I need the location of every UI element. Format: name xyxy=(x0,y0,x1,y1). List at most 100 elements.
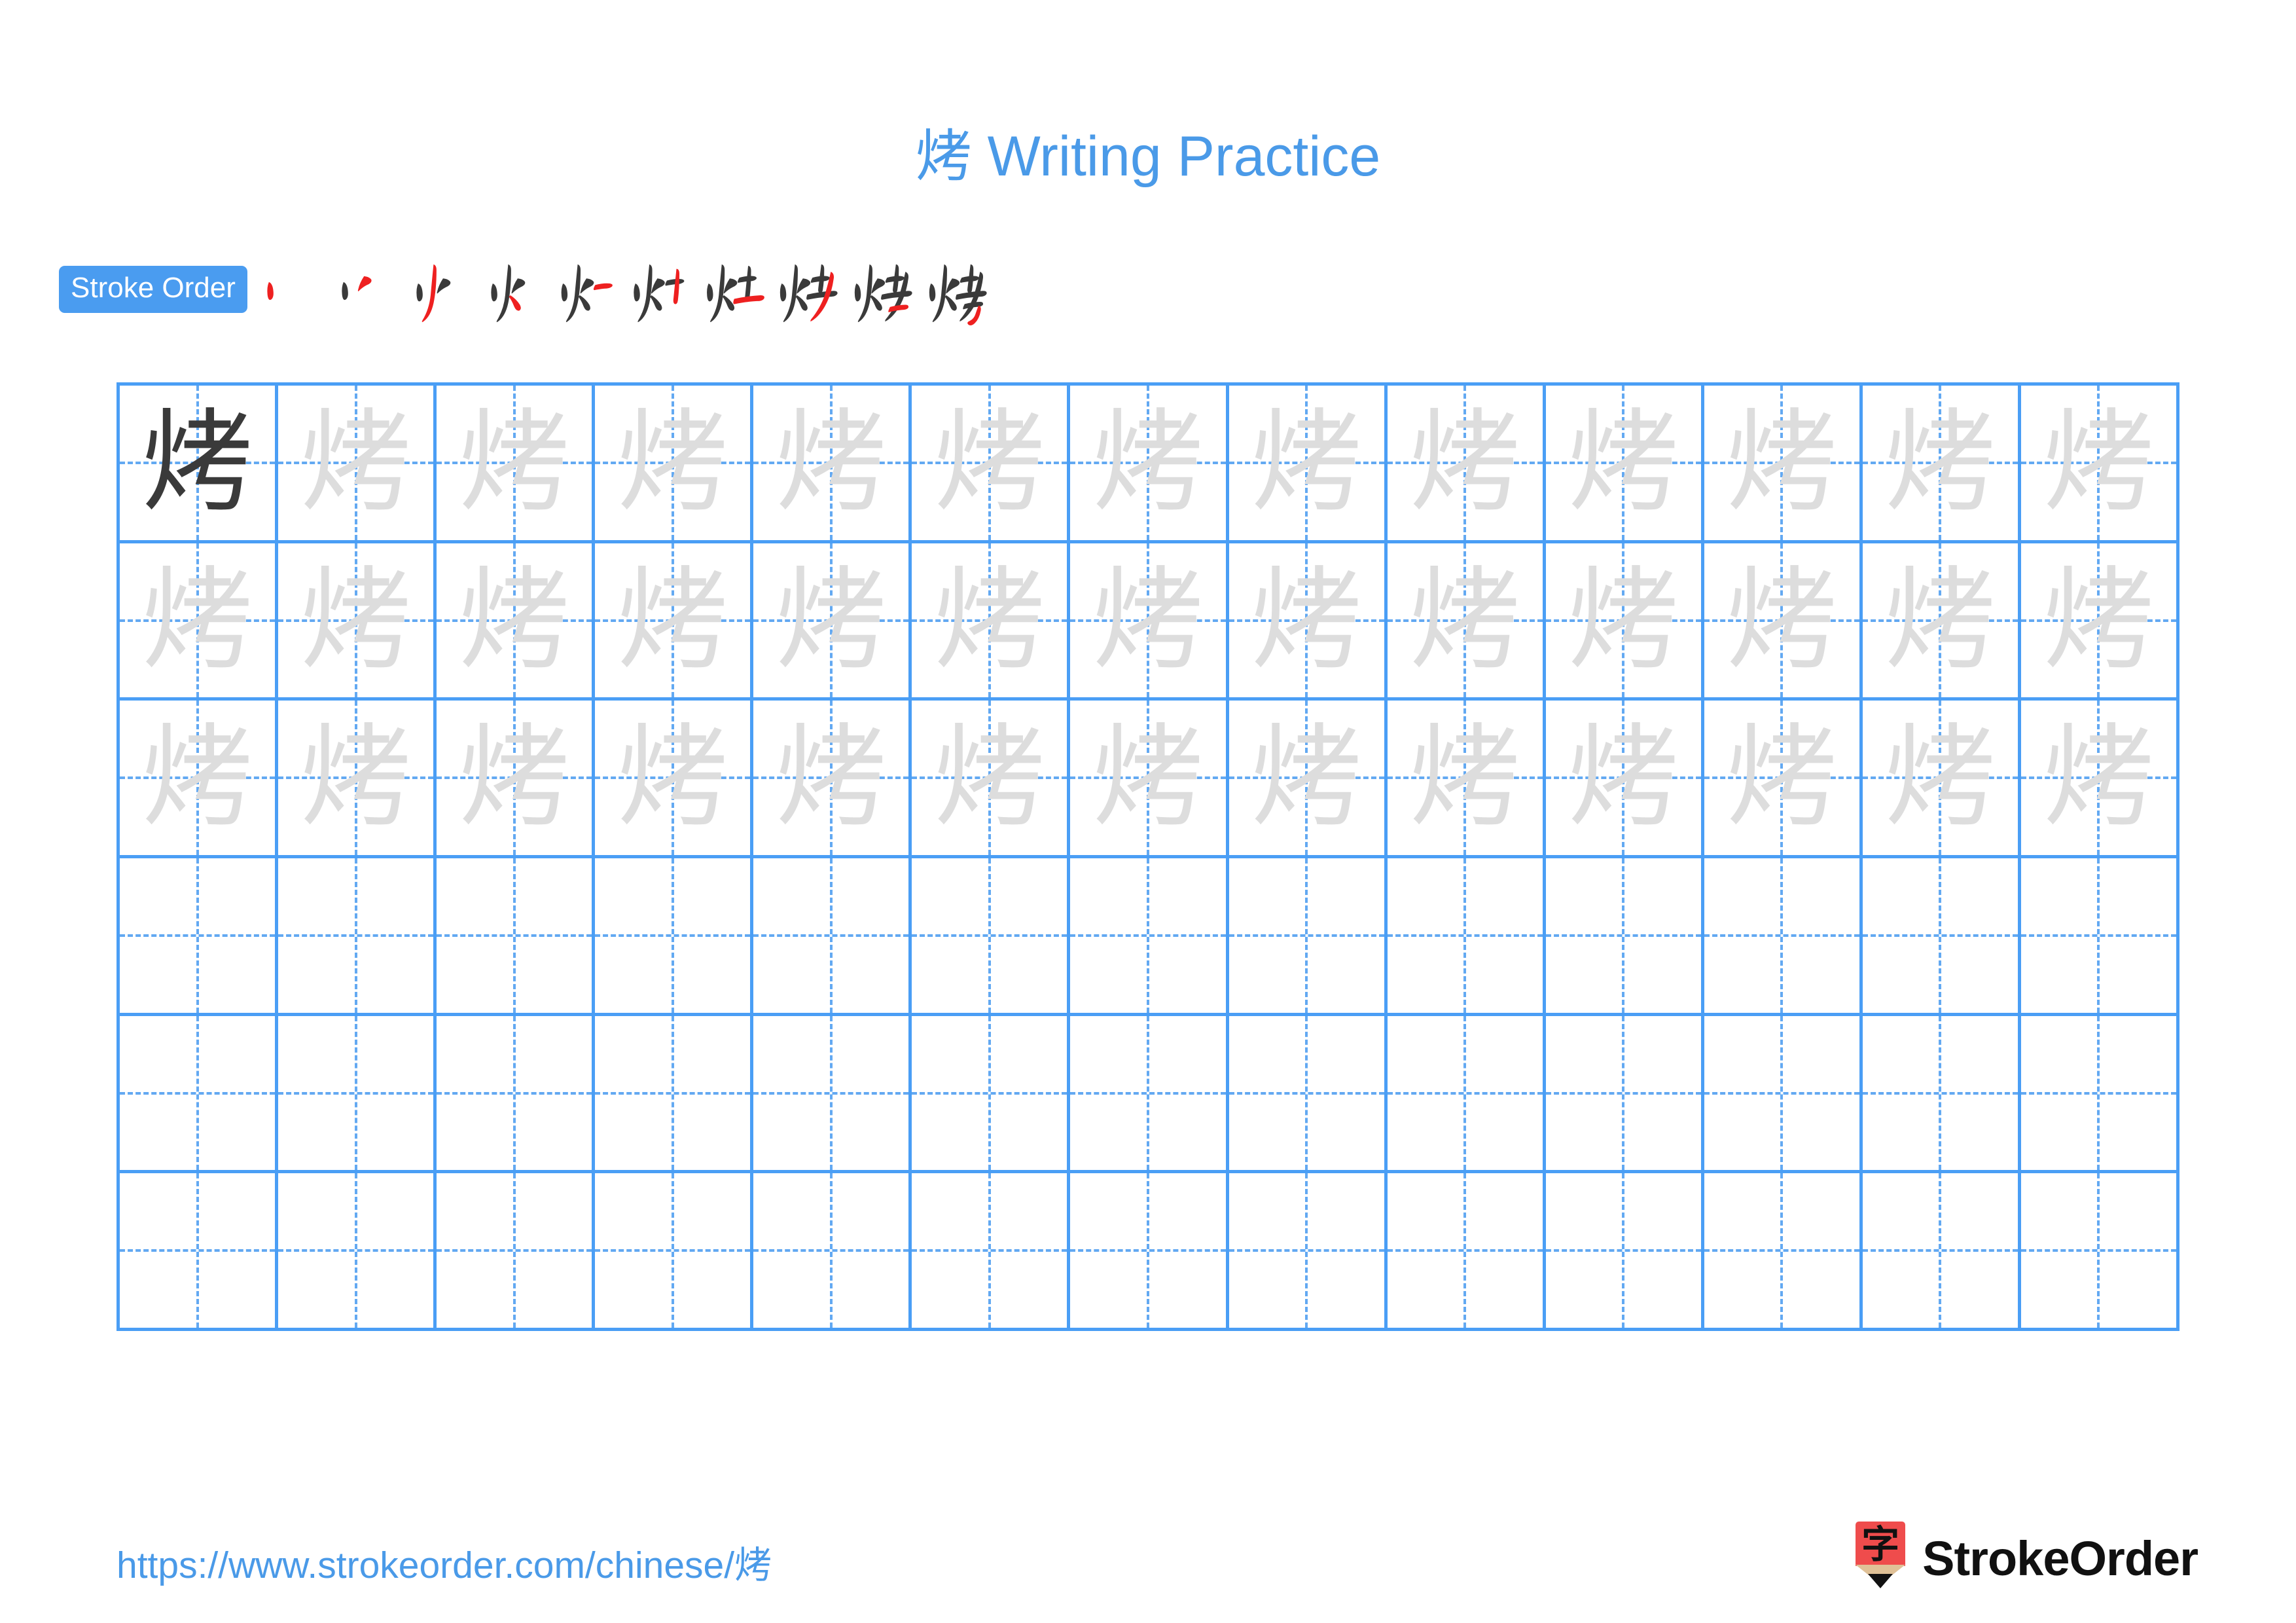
grid-cell-r5c10[interactable] xyxy=(1546,1015,1704,1171)
grid-cell-r6c3[interactable] xyxy=(437,1173,596,1328)
grid-cell-r4c12[interactable] xyxy=(1863,858,2021,1013)
grid-cell-r2c12[interactable]: 烤 xyxy=(1863,543,2021,698)
grid-cell-r3c8[interactable]: 烤 xyxy=(1229,701,1388,856)
grid-cell-r2c11[interactable]: 烤 xyxy=(1704,543,1863,698)
grid-cell-r5c11[interactable] xyxy=(1704,1015,1863,1171)
stroke-step-6-icon xyxy=(634,264,685,323)
grid-cell-r4c6[interactable] xyxy=(912,858,1071,1013)
grid-cell-r6c7[interactable] xyxy=(1070,1173,1229,1328)
source-url-link[interactable]: https://www.strokeorder.com/chinese/烤 xyxy=(117,1535,772,1589)
grid-cell-r4c13[interactable] xyxy=(2021,858,2180,1013)
grid-cell-r1c11[interactable]: 烤 xyxy=(1704,386,1863,540)
grid-cell-r5c7[interactable] xyxy=(1070,1015,1229,1171)
stroke-step-10-icon xyxy=(929,264,987,326)
grid-cell-r6c9[interactable] xyxy=(1388,1173,1546,1328)
grid-cell-r2c1[interactable]: 烤 xyxy=(120,543,279,698)
cell-character: 烤 xyxy=(1884,555,1996,685)
grid-cell-r5c4[interactable] xyxy=(595,1015,754,1171)
grid-cell-r6c6[interactable] xyxy=(912,1173,1071,1328)
grid-cell-r2c8[interactable]: 烤 xyxy=(1229,543,1388,698)
grid-cell-r5c6[interactable] xyxy=(912,1015,1071,1171)
grid-cell-r1c13[interactable]: 烤 xyxy=(2021,386,2180,540)
grid-cell-r1c6[interactable]: 烤 xyxy=(912,386,1071,540)
grid-cell-r4c7[interactable] xyxy=(1070,858,1229,1013)
grid-cell-r5c12[interactable] xyxy=(1863,1015,2021,1171)
page-title-text: Writing Practice xyxy=(971,125,1381,188)
grid-cell-r6c12[interactable] xyxy=(1863,1173,2021,1328)
grid-cell-r1c7[interactable]: 烤 xyxy=(1070,386,1229,540)
page-title-character: 烤 xyxy=(915,124,972,189)
grid-cell-r2c9[interactable]: 烤 xyxy=(1388,543,1546,698)
grid-cell-r4c10[interactable] xyxy=(1546,858,1704,1013)
grid-cell-r1c12[interactable]: 烤 xyxy=(1863,386,2021,540)
cell-character: 烤 xyxy=(775,397,887,528)
grid-cell-r1c4[interactable]: 烤 xyxy=(595,386,754,540)
cell-character: 烤 xyxy=(933,713,1045,843)
grid-cell-r6c11[interactable] xyxy=(1704,1173,1863,1328)
pencil-icon: 字 xyxy=(1856,1522,1906,1595)
grid-cell-r5c3[interactable] xyxy=(437,1015,596,1171)
grid-cell-r2c6[interactable]: 烤 xyxy=(912,543,1071,698)
grid-cell-r3c1[interactable]: 烤 xyxy=(120,701,279,856)
grid-cell-r5c2[interactable] xyxy=(278,1015,437,1171)
grid-cell-r6c13[interactable] xyxy=(2021,1173,2180,1328)
grid-cell-r6c4[interactable] xyxy=(595,1173,754,1328)
grid-cell-r1c1[interactable]: 烤 xyxy=(120,386,279,540)
grid-cell-r3c4[interactable]: 烤 xyxy=(595,701,754,856)
grid-cell-r4c8[interactable] xyxy=(1229,858,1388,1013)
cell-character: 烤 xyxy=(1726,713,1838,843)
cell-character: 烤 xyxy=(2043,713,2155,843)
grid-cell-r3c5[interactable]: 烤 xyxy=(753,701,912,856)
stroke-order-sequence xyxy=(251,253,2238,326)
grid-cell-r6c1[interactable] xyxy=(120,1173,279,1328)
grid-cell-r5c1[interactable] xyxy=(120,1015,279,1171)
grid-cell-r1c9[interactable]: 烤 xyxy=(1388,386,1546,540)
stroke-step-1-icon xyxy=(267,282,274,301)
brand-logo[interactable]: 字 StrokeOrder xyxy=(1856,1519,2198,1597)
grid-cell-r3c11[interactable]: 烤 xyxy=(1704,701,1863,856)
grid-cell-r3c6[interactable]: 烤 xyxy=(912,701,1071,856)
grid-cell-r4c3[interactable] xyxy=(437,858,596,1013)
grid-cell-r4c11[interactable] xyxy=(1704,858,1863,1013)
grid-cell-r3c2[interactable]: 烤 xyxy=(278,701,437,856)
grid-cell-r4c4[interactable] xyxy=(595,858,754,1013)
grid-cell-r6c2[interactable] xyxy=(278,1173,437,1328)
grid-cell-r2c10[interactable]: 烤 xyxy=(1546,543,1704,698)
grid-cell-r2c13[interactable]: 烤 xyxy=(2021,543,2180,698)
grid-cell-r2c5[interactable]: 烤 xyxy=(753,543,912,698)
cell-character: 烤 xyxy=(141,555,253,685)
cell-character: 烤 xyxy=(1568,713,1679,843)
grid-cell-r4c1[interactable] xyxy=(120,858,279,1013)
grid-cell-r1c8[interactable]: 烤 xyxy=(1229,386,1388,540)
grid-cell-r3c10[interactable]: 烤 xyxy=(1546,701,1704,856)
grid-cell-r3c3[interactable]: 烤 xyxy=(437,701,596,856)
cell-character: 烤 xyxy=(458,713,570,843)
grid-cell-r4c2[interactable] xyxy=(278,858,437,1013)
grid-cell-r2c3[interactable]: 烤 xyxy=(437,543,596,698)
stroke-step-4 xyxy=(475,253,548,326)
grid-cell-r2c4[interactable]: 烤 xyxy=(595,543,754,698)
grid-cell-r2c7[interactable]: 烤 xyxy=(1070,543,1229,698)
grid-cell-r2c2[interactable]: 烤 xyxy=(278,543,437,698)
grid-cell-r5c9[interactable] xyxy=(1388,1015,1546,1171)
grid-cell-r5c5[interactable] xyxy=(753,1015,912,1171)
grid-cell-r3c13[interactable]: 烤 xyxy=(2021,701,2180,856)
grid-cell-r1c5[interactable]: 烤 xyxy=(753,386,912,540)
cell-character: 烤 xyxy=(1409,397,1521,528)
grid-cell-r3c12[interactable]: 烤 xyxy=(1863,701,2021,856)
grid-cell-r5c13[interactable] xyxy=(2021,1015,2180,1171)
stroke-step-9 xyxy=(848,253,922,326)
grid-cell-r3c9[interactable]: 烤 xyxy=(1388,701,1546,856)
grid-row-1: 烤 烤 烤 烤 烤 烤 烤 烤 烤 烤 烤 烤 烤 xyxy=(120,386,2180,543)
grid-cell-r1c2[interactable]: 烤 xyxy=(278,386,437,540)
grid-cell-r4c9[interactable] xyxy=(1388,858,1546,1013)
grid-cell-r1c10[interactable]: 烤 xyxy=(1546,386,1704,540)
grid-cell-r4c5[interactable] xyxy=(753,858,912,1013)
grid-cell-r6c10[interactable] xyxy=(1546,1173,1704,1328)
cell-character: 烤 xyxy=(141,397,253,528)
grid-cell-r3c7[interactable]: 烤 xyxy=(1070,701,1229,856)
grid-cell-r6c5[interactable] xyxy=(753,1173,912,1328)
grid-cell-r5c8[interactable] xyxy=(1229,1015,1388,1171)
grid-cell-r6c8[interactable] xyxy=(1229,1173,1388,1328)
grid-cell-r1c3[interactable]: 烤 xyxy=(437,386,596,540)
